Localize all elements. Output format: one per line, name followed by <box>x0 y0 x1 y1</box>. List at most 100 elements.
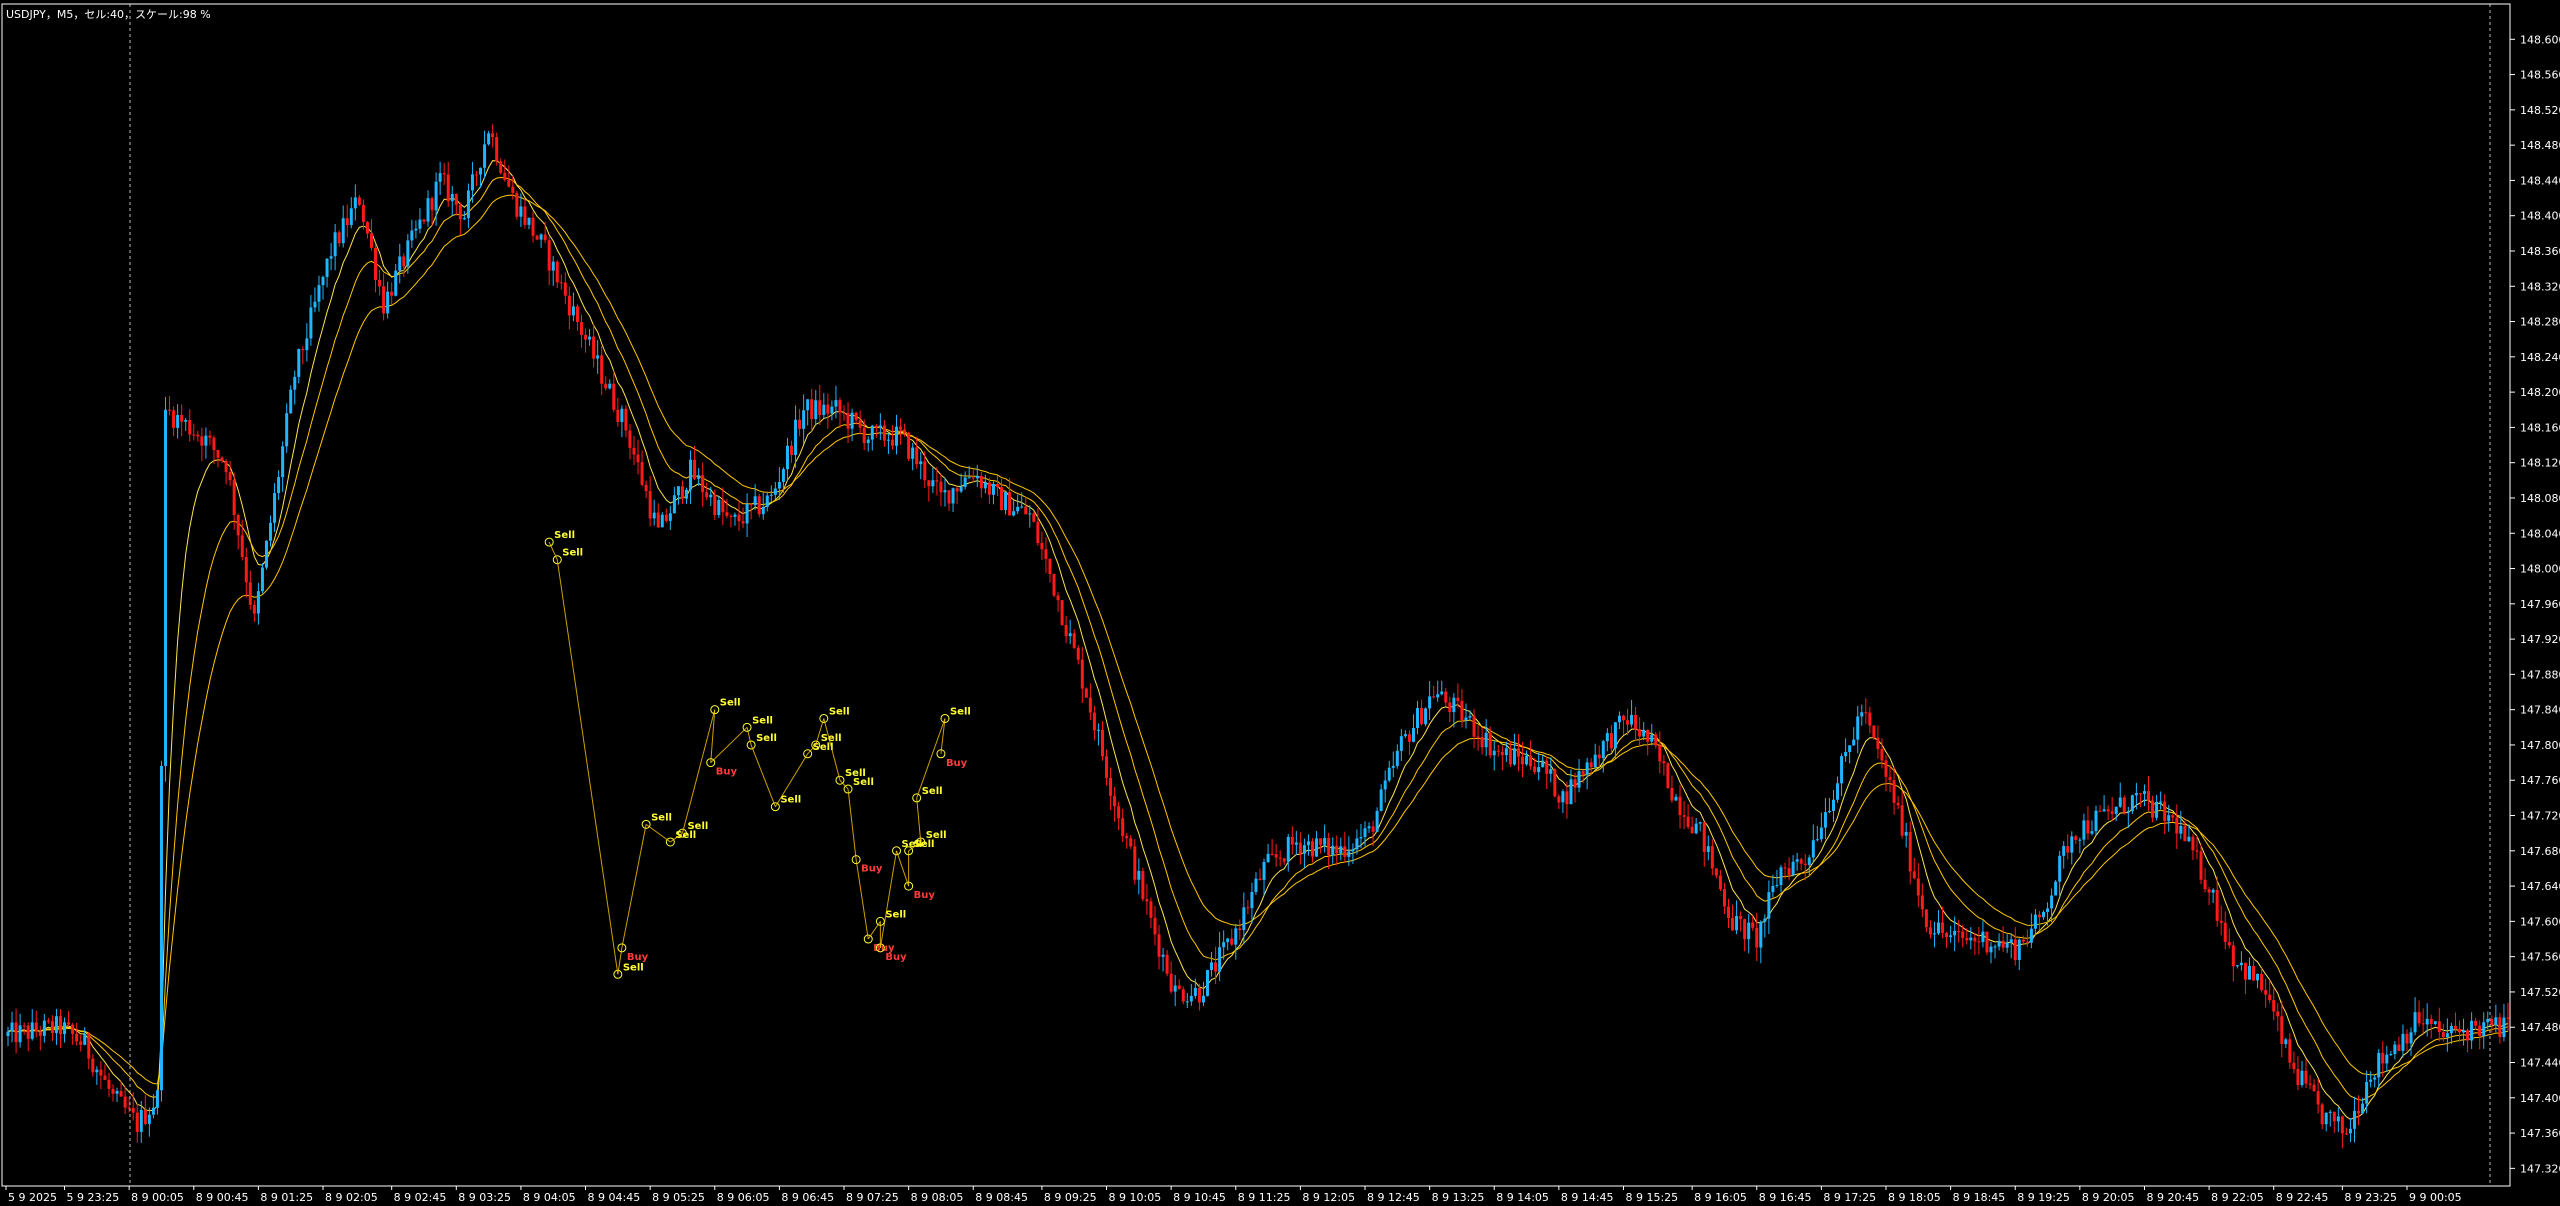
candle-body[interactable] <box>71 1024 75 1034</box>
candle-body[interactable] <box>151 1107 155 1115</box>
candle-body[interactable] <box>1993 946 1997 948</box>
candle-body[interactable] <box>2490 1018 2494 1026</box>
candle-body[interactable] <box>660 514 664 528</box>
candle-body[interactable] <box>1193 987 1197 996</box>
candle-body[interactable] <box>474 174 478 176</box>
candle-body[interactable] <box>1646 729 1650 742</box>
candle-body[interactable] <box>737 514 741 522</box>
candle-body[interactable] <box>1100 729 1104 757</box>
candle-body[interactable] <box>1068 633 1072 637</box>
candle-body[interactable] <box>479 167 483 175</box>
candle-body[interactable] <box>87 1033 91 1059</box>
candle-body[interactable] <box>1735 915 1739 931</box>
candle-body[interactable] <box>59 1016 63 1035</box>
candle-body[interactable] <box>2187 836 2191 842</box>
candle-body[interactable] <box>1561 791 1565 803</box>
candle-body[interactable] <box>111 1088 115 1094</box>
candle-body[interactable] <box>2478 1025 2482 1037</box>
candle-body[interactable] <box>2502 1017 2506 1038</box>
candle-body[interactable] <box>773 488 777 495</box>
candle-body[interactable] <box>543 234 547 241</box>
candle-body[interactable] <box>644 484 648 492</box>
candle-body[interactable] <box>2235 965 2239 967</box>
candle-body[interactable] <box>794 419 798 455</box>
candle-body[interactable] <box>2272 1000 2276 1012</box>
candle-body[interactable] <box>1504 748 1508 756</box>
candle-body[interactable] <box>1092 712 1096 731</box>
candle-body[interactable] <box>1315 838 1319 857</box>
candle-body[interactable] <box>523 206 527 225</box>
candle-body[interactable] <box>430 198 434 211</box>
candle-body[interactable] <box>664 514 668 521</box>
candle-body[interactable] <box>2437 1021 2441 1033</box>
candle-body[interactable] <box>2462 1030 2466 1033</box>
candle-body[interactable] <box>1916 878 1920 896</box>
candle-body[interactable] <box>1937 922 1941 934</box>
candle-body[interactable] <box>1876 737 1880 749</box>
candle-body[interactable] <box>842 412 846 414</box>
candle-body[interactable] <box>1363 828 1367 838</box>
candle-body[interactable] <box>1670 787 1674 801</box>
candle-body[interactable] <box>1710 846 1714 869</box>
candle-body[interactable] <box>1185 1001 1189 1003</box>
candle-body[interactable] <box>1133 846 1137 880</box>
candle-body[interactable] <box>1714 868 1718 876</box>
candle-body[interactable] <box>1060 600 1064 625</box>
candle-body[interactable] <box>527 217 531 225</box>
candle-body[interactable] <box>1149 901 1153 918</box>
candle-body[interactable] <box>1339 846 1343 854</box>
candle-body[interactable] <box>2122 797 2126 813</box>
candle-body[interactable] <box>1949 935 1953 938</box>
candle-body[interactable] <box>30 1022 34 1039</box>
candle-body[interactable] <box>1088 697 1092 713</box>
candle-body[interactable] <box>172 410 176 428</box>
candle-body[interactable] <box>995 484 999 488</box>
candle-body[interactable] <box>83 1033 87 1045</box>
candle-body[interactable] <box>1319 838 1323 845</box>
candle-body[interactable] <box>2260 973 2264 991</box>
candle-body[interactable] <box>1250 891 1254 909</box>
candle-body[interactable] <box>1953 930 1957 936</box>
candle-body[interactable] <box>1452 697 1456 713</box>
candle-body[interactable] <box>1811 840 1815 858</box>
candle-body[interactable] <box>1298 842 1302 854</box>
candle-body[interactable] <box>2336 1116 2340 1122</box>
candle-body[interactable] <box>313 301 317 308</box>
candle-body[interactable] <box>1823 812 1827 828</box>
candle-body[interactable] <box>220 457 224 461</box>
candle-body[interactable] <box>2046 908 2050 912</box>
candle-body[interactable] <box>1945 932 1949 938</box>
candle-body[interactable] <box>1726 906 1730 919</box>
candle-body[interactable] <box>1161 954 1165 957</box>
candle-body[interactable] <box>1254 878 1258 892</box>
candle-body[interactable] <box>1258 878 1262 880</box>
candle-body[interactable] <box>2074 836 2078 840</box>
candle-body[interactable] <box>374 247 378 280</box>
candle-body[interactable] <box>123 1096 127 1108</box>
candle-body[interactable] <box>1484 732 1488 748</box>
candle-body[interactable] <box>6 1031 10 1037</box>
candle-body[interactable] <box>394 270 398 296</box>
candle-body[interactable] <box>1008 492 1012 516</box>
candle-body[interactable] <box>1541 760 1545 768</box>
candle-body[interactable] <box>600 355 604 384</box>
candle-body[interactable] <box>1771 885 1775 893</box>
candle-body[interactable] <box>365 222 369 234</box>
candle-body[interactable] <box>2357 1110 2361 1114</box>
candle-body[interactable] <box>2457 1028 2461 1033</box>
candle-body[interactable] <box>785 445 789 470</box>
candle-body[interactable] <box>2381 1052 2385 1064</box>
candle-body[interactable] <box>790 445 794 455</box>
candle-body[interactable] <box>709 494 713 498</box>
candle-body[interactable] <box>1460 700 1464 721</box>
candle-body[interactable] <box>672 495 676 514</box>
candle-body[interactable] <box>2009 939 2013 943</box>
candle-body[interactable] <box>79 1041 83 1045</box>
candle-body[interactable] <box>2013 939 2017 961</box>
candle-body[interactable] <box>632 447 636 455</box>
candle-body[interactable] <box>236 514 240 536</box>
candle-body[interactable] <box>1731 918 1735 931</box>
candle-body[interactable] <box>1581 771 1585 775</box>
candle-body[interactable] <box>769 494 773 496</box>
candle-body[interactable] <box>2130 795 2134 812</box>
